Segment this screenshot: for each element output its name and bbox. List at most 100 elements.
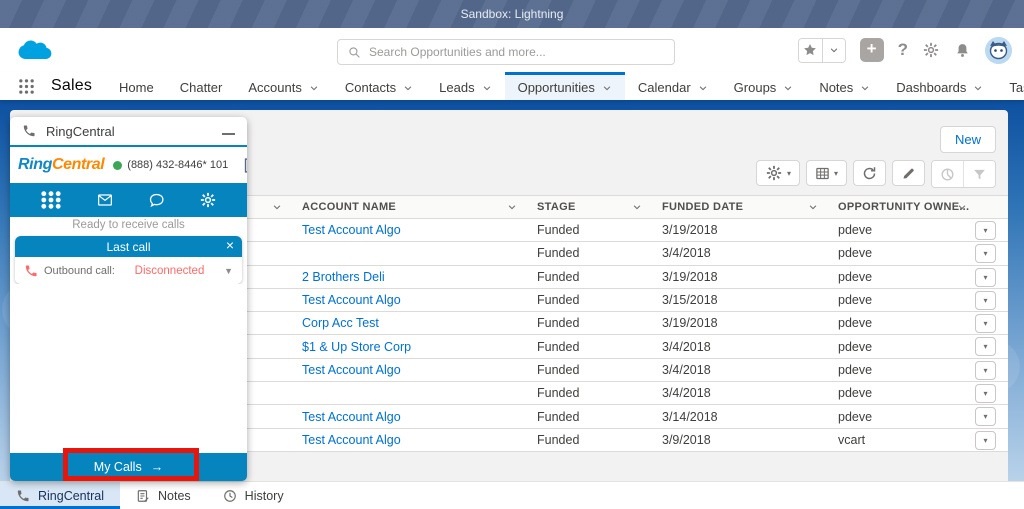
ringcentral-window-title: RingCentral (46, 124, 212, 139)
last-call-title: Last call (106, 240, 150, 254)
refresh-icon (862, 166, 877, 181)
gear-icon (765, 164, 783, 182)
dialpad-icon[interactable] (40, 191, 62, 209)
account-name-link[interactable]: Test Account Algo (302, 433, 401, 447)
account-name-link[interactable]: Test Account Algo (302, 410, 401, 424)
chevron-down-icon[interactable] (272, 202, 282, 212)
column-header-opportunity-owne-[interactable]: OPPORTUNITY OWNE... (826, 196, 975, 218)
account-name-link[interactable]: 2 Brothers Deli (302, 270, 385, 284)
chevron-down-icon[interactable] (957, 202, 967, 212)
nav-item-tasks[interactable]: Tasks (996, 72, 1024, 100)
row-actions-button[interactable]: ▾ (975, 314, 996, 333)
utility-tab-ringcentral[interactable]: RingCentral (0, 482, 120, 509)
ringcentral-titlebar[interactable]: RingCentral (10, 117, 247, 147)
nav-item-opportunities[interactable]: Opportunities (505, 72, 625, 100)
nav-item-groups[interactable]: Groups (721, 72, 807, 100)
row-actions-button[interactable]: ▾ (975, 361, 996, 380)
logout-icon[interactable] (242, 157, 247, 174)
global-header: +? (0, 28, 1024, 72)
chart-icon (940, 167, 955, 182)
app-launcher-waffle-icon[interactable] (18, 78, 35, 95)
stage-cell: Funded (525, 335, 650, 357)
salesforce-logo-icon (16, 36, 52, 62)
funded-date-cell: 3/4/2018 (650, 335, 826, 357)
nav-item-label: Accounts (248, 80, 301, 95)
expand-chevron-icon[interactable]: ▼ (224, 266, 233, 276)
nav-item-chatter[interactable]: Chatter (167, 72, 236, 100)
help-icon[interactable]: ? (898, 40, 908, 60)
row-actions-button[interactable]: ▾ (975, 244, 996, 263)
account-name-link[interactable]: $1 & Up Store Corp (302, 340, 411, 354)
utility-tab-history[interactable]: History (207, 482, 300, 509)
row-actions-button[interactable]: ▾ (975, 337, 996, 356)
nav-item-label: Tasks (1009, 80, 1024, 95)
account-name-link[interactable]: Test Account Algo (302, 363, 401, 377)
nav-item-dashboards[interactable]: Dashboards (883, 72, 996, 100)
funded-date-value: 3/9/2018 (662, 433, 711, 447)
favorites-star-icon[interactable] (799, 39, 822, 62)
charts-button (932, 161, 963, 187)
chevron-down-icon[interactable] (632, 202, 642, 212)
nav-item-home[interactable]: Home (106, 72, 167, 100)
nav-item-leads[interactable]: Leads (426, 72, 504, 100)
funded-date-cell: 3/15/2018 (650, 289, 826, 311)
nav-item-label: Contacts (345, 80, 396, 95)
refresh-button[interactable] (853, 160, 886, 186)
minimize-icon[interactable] (222, 133, 235, 135)
favorites-dropdown-icon[interactable] (822, 39, 845, 62)
row-actions-button[interactable]: ▾ (975, 384, 996, 403)
account-name-link[interactable]: Test Account Algo (302, 293, 401, 307)
user-avatar[interactable] (985, 37, 1012, 64)
row-actions-button[interactable]: ▾ (975, 431, 996, 450)
column-header-stage[interactable]: STAGE (525, 196, 650, 218)
row-actions-button[interactable]: ▾ (975, 268, 996, 287)
ringcentral-logo: RingCentral (18, 156, 104, 174)
stage-cell: Funded (525, 266, 650, 288)
nav-item-calendar[interactable]: Calendar (625, 72, 721, 100)
global-search[interactable] (337, 39, 675, 65)
settings-gear-icon[interactable] (199, 191, 217, 209)
account-name-cell: Test Account Algo (290, 359, 525, 381)
account-name-cell: Corp Acc Test (290, 312, 525, 334)
column-label: OPPORTUNITY OWNE... (838, 201, 969, 213)
messages-icon[interactable] (95, 192, 115, 208)
display-as-button[interactable]: ▾ (806, 160, 847, 186)
column-header-account-name[interactable]: ACCOUNT NAME (290, 196, 525, 218)
last-call-header: Last call × (15, 236, 242, 257)
sms-chat-icon[interactable] (147, 192, 166, 209)
setup-gear-icon[interactable] (922, 41, 940, 59)
chevron-down-icon[interactable] (507, 202, 517, 212)
column-label: STAGE (537, 201, 576, 213)
row-actions-button[interactable]: ▾ (975, 221, 996, 240)
last-call-panel: Last call × Outbound call: Disconnected … (15, 236, 242, 284)
search-input[interactable] (369, 45, 664, 59)
stage-cell: Funded (525, 429, 650, 451)
search-icon (348, 46, 361, 59)
account-name-link[interactable]: Test Account Algo (302, 223, 401, 237)
chevron-down-icon[interactable] (808, 202, 818, 212)
nav-item-contacts[interactable]: Contacts (332, 72, 426, 100)
nav-item-label: Home (119, 80, 154, 95)
funded-date-value: 3/4/2018 (662, 363, 711, 377)
notifications-bell-icon[interactable] (954, 42, 971, 59)
column-header-funded-date[interactable]: FUNDED DATE (650, 196, 826, 218)
row-actions-button[interactable]: ▾ (975, 291, 996, 310)
nav-item-notes[interactable]: Notes (806, 72, 883, 100)
nav-item-accounts[interactable]: Accounts (235, 72, 331, 100)
chevron-down-icon (482, 83, 492, 93)
edit-list-button[interactable] (892, 160, 925, 186)
funded-date-value: 3/19/2018 (662, 223, 718, 237)
stage-cell: Funded (525, 382, 650, 404)
row-actions-button[interactable]: ▾ (975, 407, 996, 426)
stage-value: Funded (537, 386, 579, 400)
funded-date-cell: 3/19/2018 (650, 219, 826, 241)
new-button[interactable]: New (940, 126, 996, 153)
close-icon[interactable]: × (226, 237, 234, 253)
stage-value: Funded (537, 223, 579, 237)
utility-tab-notes[interactable]: Notes (120, 482, 207, 509)
account-name-link[interactable]: Corp Acc Test (302, 316, 379, 330)
add-icon[interactable]: + (860, 38, 884, 62)
chevron-down-icon (860, 83, 870, 93)
nav-items: Home Chatter Accounts Contacts LeadsOpportun… (106, 72, 1024, 100)
list-view-controls-button[interactable]: ▾ (756, 160, 800, 186)
